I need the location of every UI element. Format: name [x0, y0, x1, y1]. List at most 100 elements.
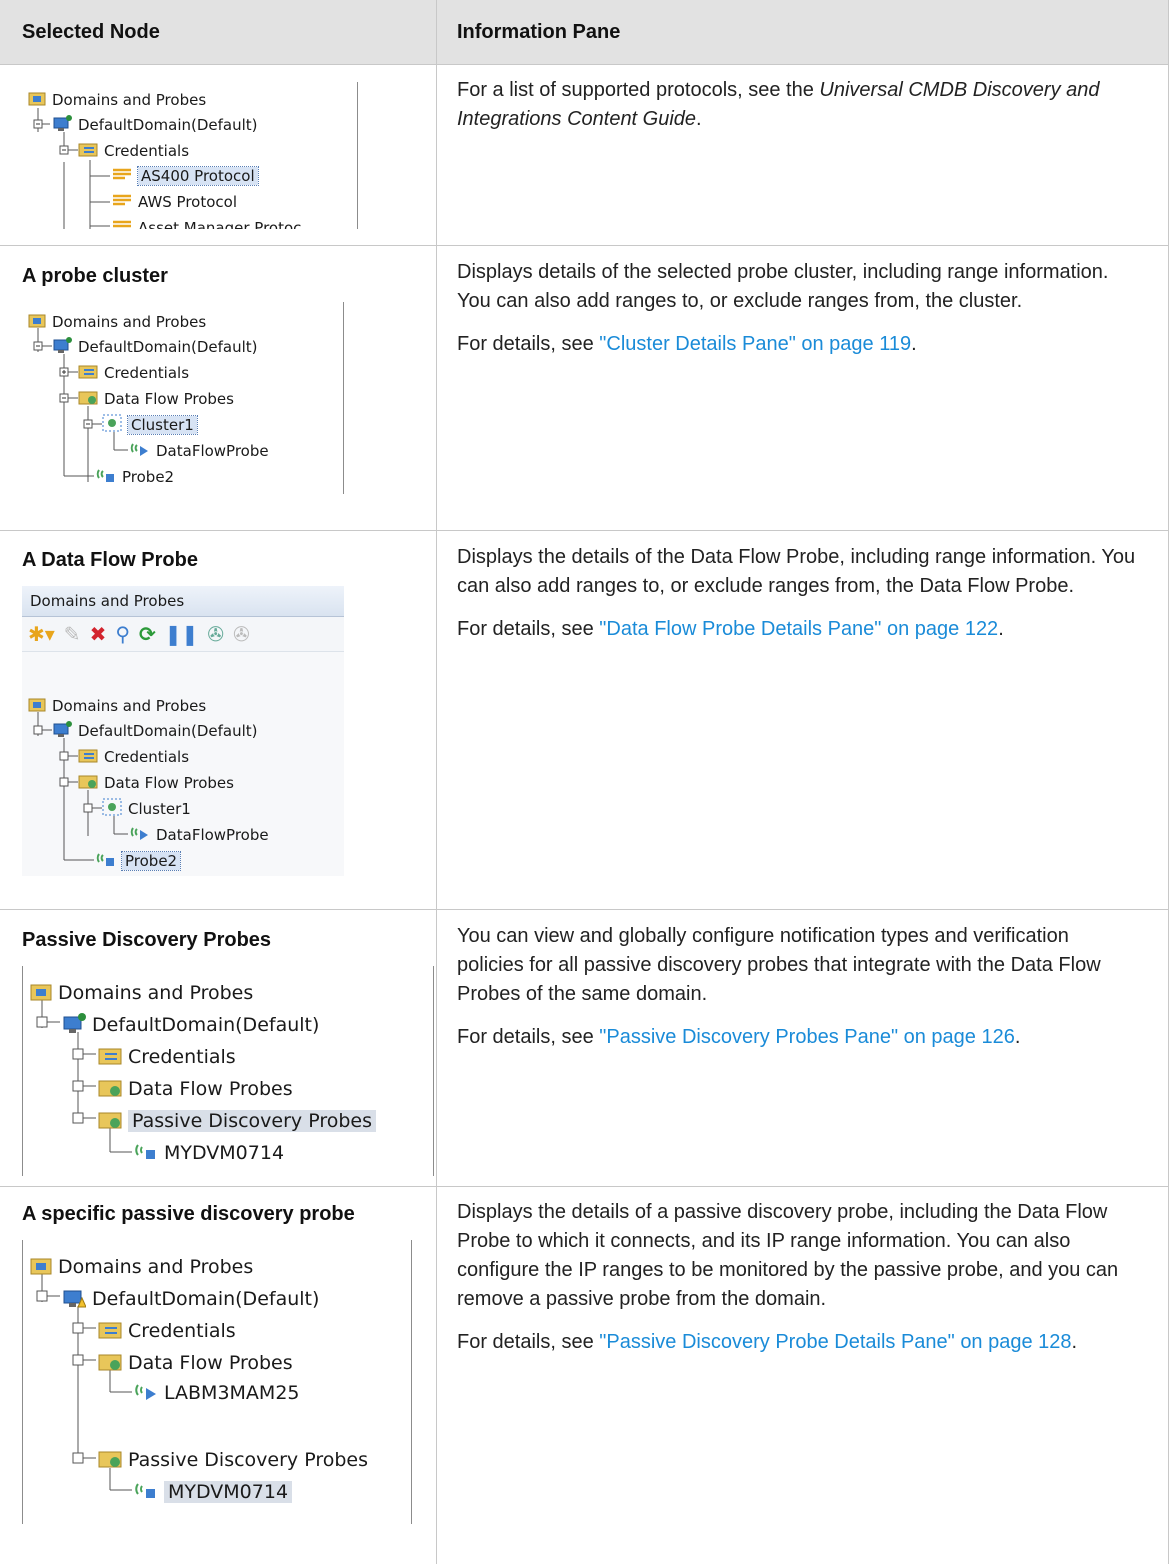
content-table: Selected Node Information Pane Domains a…: [0, 0, 1169, 1564]
probe-icon: [130, 824, 150, 846]
tree-snapshot-specific-passive-probe: Domains and Probes DefaultDomain(Default…: [22, 1240, 412, 1524]
node-title: Passive Discovery Probes: [22, 929, 272, 951]
row-divider: [0, 909, 1169, 910]
snapshot-border: [22, 966, 23, 1176]
tree-node[interactable]: Passive Discovery Probes: [98, 1445, 368, 1475]
tree-node-selected[interactable]: MYDVM0714: [134, 1477, 293, 1507]
computer-icon: [62, 1012, 86, 1039]
tree-node[interactable]: LABM3MAM25: [134, 1378, 300, 1408]
probes-folder-icon: [98, 1109, 122, 1134]
tree-node[interactable]: Probe2: [96, 465, 174, 489]
cross-reference-link[interactable]: "Cluster Details Pane" on page 119: [599, 333, 911, 355]
protocol-icon: [112, 167, 132, 185]
info-paragraph: Displays the details of a passive discov…: [457, 1201, 1119, 1310]
tree-node[interactable]: Data Flow Probes: [98, 1348, 293, 1378]
information-cell: You can view and globally configure noti…: [437, 922, 1137, 1066]
probe-icon: [134, 1380, 158, 1407]
domain-folder-icon: [28, 312, 46, 332]
snapshot-border: [433, 966, 434, 1176]
tree-node[interactable]: AWS Protocol: [112, 190, 237, 214]
domain-folder-icon: [28, 696, 46, 716]
tree-node[interactable]: DataFlowProbe: [130, 823, 269, 847]
tree-node-selected[interactable]: Probe2: [96, 849, 182, 873]
tree-node[interactable]: MYDVM0714: [134, 1138, 284, 1168]
tree-node[interactable]: Domains and Probes: [28, 694, 206, 718]
details-paragraph: For details, see "Passive Discovery Prob…: [457, 1331, 1078, 1353]
information-cell: For a list of supported protocols, see t…: [437, 76, 1137, 148]
credentials-folder-icon: [98, 1045, 122, 1070]
details-paragraph: For details, see "Passive Discovery Prob…: [457, 1026, 1021, 1048]
tree-node[interactable]: Data Flow Probes: [78, 771, 234, 795]
probe-icon: [96, 466, 116, 488]
tree-node[interactable]: Domains and Probes: [30, 978, 253, 1008]
information-cell: Displays details of the selected probe c…: [437, 258, 1137, 373]
tree-node[interactable]: Credentials: [98, 1316, 236, 1346]
details-paragraph: For details, see "Data Flow Probe Detail…: [457, 618, 1004, 640]
tree-node[interactable]: DefaultDomain(Default): [52, 113, 258, 137]
details-paragraph: For details, see "Cluster Details Pane" …: [457, 333, 917, 355]
tree-node[interactable]: Credentials: [78, 361, 189, 385]
probes-folder-icon: [98, 1077, 122, 1102]
tree-node[interactable]: Cluster1: [102, 797, 191, 821]
probes-folder-icon: [98, 1448, 122, 1473]
tree-node[interactable]: Domains and Probes: [28, 88, 206, 112]
node-title: A specific passive discovery probe: [22, 1203, 355, 1225]
tree-node[interactable]: DataFlowProbe: [130, 439, 269, 463]
tree-node[interactable]: Domains and Probes: [30, 1252, 253, 1282]
tree-node[interactable]: DefaultDomain(Default): [52, 719, 258, 743]
credentials-folder-icon: [78, 747, 98, 767]
tree-node[interactable]: Credentials: [78, 139, 189, 163]
tree-node[interactable]: Data Flow Probes: [78, 387, 234, 411]
tree-node[interactable]: DefaultDomain(Default): [62, 1010, 319, 1040]
tree-snapshot-cluster: Domains and Probes DefaultDomain(Default…: [22, 302, 344, 494]
node-title: A Data Flow Probe: [22, 549, 198, 571]
snapshot-border: [411, 1240, 412, 1524]
domain-folder-icon: [28, 90, 46, 110]
information-cell: Displays the details of a passive discov…: [437, 1198, 1137, 1371]
snapshot-border: [357, 82, 358, 229]
row-divider: [0, 1186, 1169, 1187]
cross-reference-link[interactable]: "Data Flow Probe Details Pane" on page 1…: [599, 618, 998, 640]
cross-reference-link[interactable]: "Passive Discovery Probe Details Pane" o…: [599, 1331, 1071, 1353]
probe-icon: [134, 1140, 158, 1167]
probes-folder-icon: [78, 773, 98, 793]
tree-node[interactable]: Credentials: [78, 745, 189, 769]
tree-node[interactable]: Credentials: [98, 1042, 236, 1072]
probes-folder-icon: [78, 389, 98, 409]
credentials-folder-icon: [98, 1319, 122, 1344]
node-title: A probe cluster: [22, 265, 168, 287]
probes-folder-icon: [98, 1351, 122, 1376]
tree-node[interactable]: Asset Manager Protoc: [112, 216, 301, 229]
cluster-icon: [102, 798, 122, 820]
cluster-icon: [102, 414, 122, 436]
tree-snapshot-credentials: Domains and Probes DefaultDomain(Default…: [22, 82, 358, 229]
domain-folder-icon: [30, 981, 52, 1006]
information-cell: Displays the details of the Data Flow Pr…: [437, 543, 1137, 658]
computer-icon: [52, 336, 72, 358]
snapshot-border: [343, 302, 344, 494]
column-header-information-pane: Information Pane: [437, 0, 1169, 64]
domains-probes-panel: Domains and Probes ✱▾ ✎ ✖ ⚲ ⟳ ❚❚ ✇ ✇ Dom…: [22, 586, 344, 876]
credentials-folder-icon: [78, 141, 98, 161]
computer-warning-icon: [62, 1286, 87, 1313]
row-divider: [0, 245, 1169, 246]
row-divider: [0, 530, 1169, 531]
info-paragraph: Displays details of the selected probe c…: [457, 261, 1109, 312]
info-paragraph: For a list of supported protocols, see t…: [457, 79, 1100, 130]
cross-reference-link[interactable]: "Passive Discovery Probes Pane" on page …: [599, 1026, 1015, 1048]
tree-node-selected[interactable]: AS400 Protocol: [112, 164, 259, 188]
selected-node-cell: Passive Discovery Probes Domains and Pro…: [0, 926, 436, 1176]
probe-icon: [134, 1479, 158, 1506]
protocol-icon: [112, 193, 132, 211]
tree-node[interactable]: Domains and Probes: [28, 310, 206, 334]
tree-node-selected[interactable]: Cluster1: [102, 413, 198, 437]
credentials-folder-icon: [78, 363, 98, 383]
domain-folder-icon: [30, 1255, 52, 1280]
tree-node-selected[interactable]: Passive Discovery Probes: [98, 1106, 376, 1136]
tree-node[interactable]: DefaultDomain(Default): [52, 335, 258, 359]
selected-node-cell: A Data Flow Probe Domains and Probes ✱▾ …: [0, 546, 436, 876]
tree-node[interactable]: DefaultDomain(Default): [62, 1284, 319, 1314]
protocol-icon: [112, 219, 132, 229]
tree-node[interactable]: Data Flow Probes: [98, 1074, 293, 1104]
info-paragraph: You can view and globally configure noti…: [457, 925, 1101, 1005]
